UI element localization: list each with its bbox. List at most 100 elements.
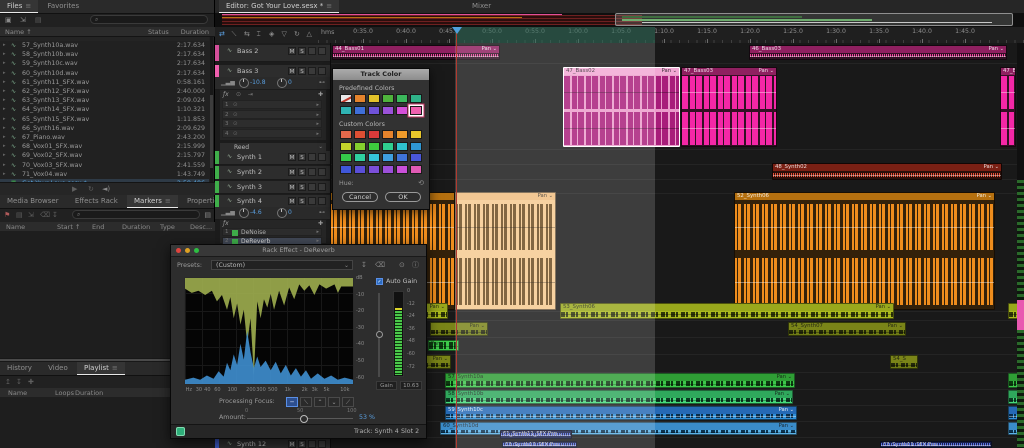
color-swatch[interactable] [396,130,408,139]
volume-icon[interactable]: ◄) [102,185,110,194]
export-marker-icon[interactable]: ↧ [52,211,58,220]
color-swatch[interactable] [368,142,380,151]
tab-effects-rack[interactable]: Effects Rack [68,195,125,208]
color-swatch[interactable] [410,153,422,162]
playhead-line[interactable] [456,27,457,448]
track-header[interactable]: ∿Synth 2MS [215,166,330,180]
color-swatch[interactable] [410,130,422,139]
ruler-unit-label[interactable]: hms [321,29,334,36]
expander-icon[interactable]: ▸ [3,96,6,105]
fx-add-icon[interactable]: ✚ [318,91,323,98]
amount-value[interactable]: 53 % [359,414,375,421]
track-extra-button[interactable] [318,183,326,191]
import-icon[interactable]: ⇲ [20,16,26,25]
expander-icon[interactable]: ▸ [3,133,6,142]
color-swatch[interactable] [410,142,422,151]
solo-button[interactable]: S [298,440,306,448]
pan-knob[interactable] [277,78,287,88]
play-icon[interactable]: ▶ [72,185,77,194]
track-name[interactable]: Synth 4 [237,197,262,205]
color-swatch[interactable] [410,94,422,103]
tab-video[interactable]: Video [41,362,75,375]
amount-slider[interactable] [247,418,353,419]
file-row[interactable]: ▸∿71_Vox04.wav1:43.749 [0,170,209,179]
expander-icon[interactable]: ▸ [3,59,6,68]
pan-value[interactable]: 0 [288,79,292,86]
track-extra-button[interactable] [308,183,316,191]
track-extra-button[interactable] [318,197,326,205]
expander-icon[interactable]: ▸ [3,161,6,170]
color-swatch[interactable] [396,165,408,174]
file-row[interactable]: ▸∿57_Synth10a.wav2:17.634 [0,41,209,50]
file-row[interactable]: ▸∿63_Synth13_SFX.wav2:09.024 [0,96,209,105]
fx-slot-arrow-icon[interactable]: ▸ [316,131,319,137]
mute-button[interactable]: M [288,183,296,191]
file-row[interactable]: ▸∿69_Vox02_SFX.wav2:15.797 [0,151,209,160]
track-extra-button[interactable] [308,440,316,448]
processing-focus-button[interactable]: ⌃ [314,397,326,407]
file-row[interactable]: ▸∿62_Synth12_SFX.wav2:40.000 [0,87,209,96]
markers-col-type[interactable]: Type [160,223,175,231]
open-file-icon[interactable]: ▣ [5,16,12,25]
files-col-name[interactable]: Name ↑ [5,28,32,36]
panel-menu-icon[interactable]: ≡ [112,364,118,372]
color-swatch[interactable] [340,165,352,174]
ok-button[interactable]: OK [385,192,421,202]
processing-focus-button[interactable]: ─ [286,397,298,407]
tab-favorites[interactable]: Favorites [40,0,86,13]
panel-menu-icon[interactable]: ≡ [326,2,332,10]
volume-value[interactable]: -10.8 [250,79,266,86]
fx-slot-arrow-icon[interactable]: ▸ [316,238,319,244]
track-name[interactable]: Synth 2 [237,168,262,176]
move-tool-icon[interactable]: ⇄ [219,30,225,38]
color-swatch[interactable] [354,142,366,151]
color-swatch[interactable] [354,106,366,115]
gain-readout-value[interactable]: 10.63 [400,381,422,390]
fx-slot-power-icon[interactable]: ⊙ [233,112,238,118]
files-col-status[interactable]: Status [148,28,169,36]
tab-playlist[interactable]: Playlist≡ [77,362,125,375]
markers-col-name[interactable]: Name [6,223,25,231]
color-swatch[interactable] [396,106,408,115]
mute-button[interactable]: M [288,153,296,161]
track-name[interactable]: Synth 3 [237,183,262,191]
color-swatch[interactable] [396,153,408,162]
tab-files[interactable]: Files≡ [0,0,38,13]
add-playlist-icon[interactable]: ✚ [28,378,34,387]
track-extra-button[interactable] [318,67,326,75]
color-swatch[interactable] [382,130,394,139]
color-swatch[interactable] [410,165,422,174]
expander-icon[interactable]: ▸ [3,151,6,160]
fx-slot-power-icon[interactable]: ⊙ [233,121,238,127]
delete-preset-icon[interactable]: ⌫ [375,261,385,270]
track-color-strip[interactable] [215,45,219,61]
solo-button[interactable]: S [298,183,306,191]
color-swatch[interactable] [368,106,380,115]
fx-slot-empty[interactable]: 1⊙▸ [222,100,322,109]
expander-icon[interactable]: ▸ [3,87,6,96]
color-swatch[interactable] [368,153,380,162]
track-name[interactable]: Bass 2 [237,47,258,55]
preset-select[interactable]: (Custom) ⌄ [211,260,353,270]
track-header[interactable]: ∿Synth 1MS [215,151,330,165]
expander-icon[interactable]: ▸ [3,170,6,179]
file-row[interactable]: ▸∿59_Synth10c.wav2:17.634 [0,59,209,68]
fx-slot-empty[interactable]: 4⊙▸ [222,129,322,138]
mute-button[interactable]: M [288,47,296,55]
color-swatch[interactable] [382,142,394,151]
markers-col-end[interactable]: End [92,223,104,231]
color-swatch[interactable] [354,165,366,174]
solo-button[interactable]: S [298,168,306,176]
save-preset-icon[interactable]: ↧ [361,261,367,270]
mute-button[interactable]: M [288,67,296,75]
track-color-strip[interactable] [215,151,219,164]
expander-icon[interactable]: ▸ [3,41,6,50]
track-extra-button[interactable] [308,153,316,161]
mute-button[interactable]: M [288,168,296,176]
time-selection-tool-icon[interactable]: ⌶ [257,30,261,39]
file-row[interactable]: ▸∿65_Synth15_SFX.wav1:11.853 [0,115,209,124]
fx-slot-empty[interactable]: 2⊙▸ [222,110,322,119]
track-extra-button[interactable] [308,47,316,55]
playlist-col-duration[interactable]: Duration [75,389,103,397]
processing-focus-button[interactable]: ⟍ [300,397,312,407]
